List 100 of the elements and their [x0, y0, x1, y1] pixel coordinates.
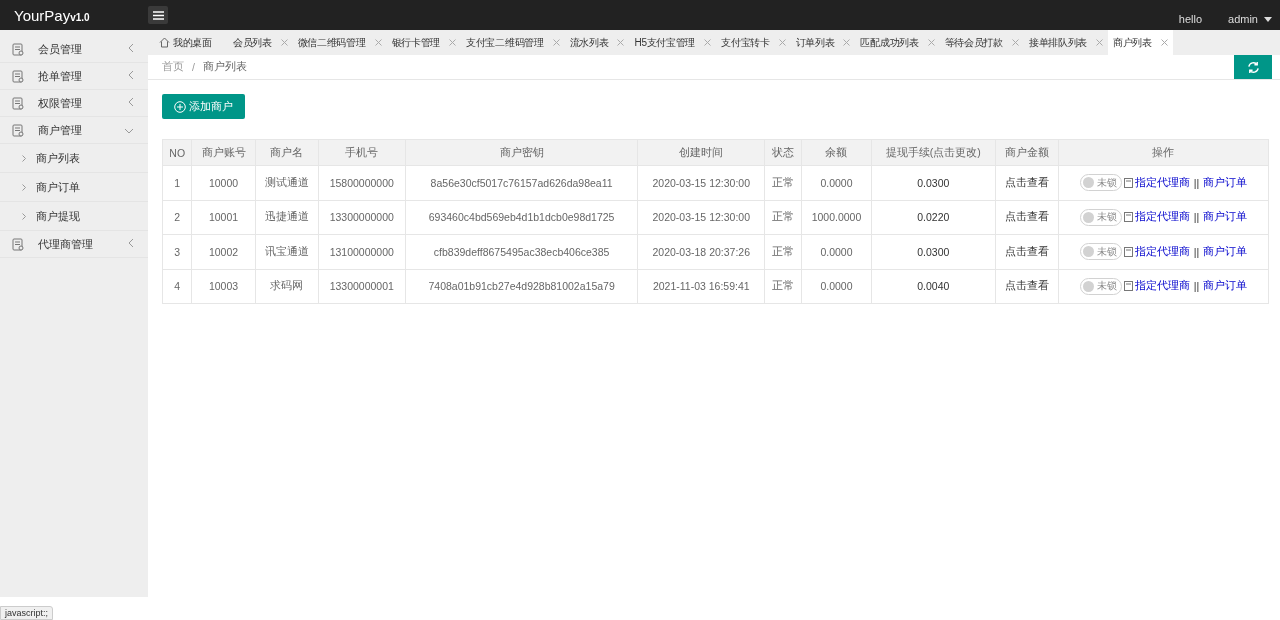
table-cell: 10003 — [191, 269, 256, 304]
table-cell: 0.0220 — [871, 200, 996, 235]
table-cell: 0.0000 — [801, 269, 872, 304]
menu-icon — [152, 10, 164, 20]
lock-switch[interactable]: 未锁 — [1079, 208, 1122, 226]
chevron-left-icon — [128, 97, 134, 107]
lock-switch[interactable]: 未锁 — [1079, 243, 1122, 261]
tab[interactable]: 商户列表 — [1108, 30, 1173, 55]
close-icon[interactable] — [1160, 39, 1168, 46]
app-logo: YourPayv1.0 — [14, 6, 91, 24]
table-cell: 10002 — [191, 234, 256, 269]
column-header: 商户金额 — [995, 139, 1059, 166]
column-header: 商户名 — [255, 139, 319, 166]
add-merchant-button[interactable]: 添加商户 — [162, 94, 245, 119]
close-icon[interactable] — [843, 39, 851, 46]
tab[interactable]: 匹配成功列表 — [855, 30, 940, 55]
table-cell: 正常 — [764, 165, 802, 200]
document-icon — [12, 69, 24, 83]
table-cell: cfb839deff8675495ac38ecb406ce385 — [405, 234, 638, 269]
column-header: 商户密钥 — [405, 139, 638, 166]
tab[interactable]: 微信二维码管理 — [292, 30, 387, 55]
document-icon — [12, 42, 24, 56]
assign-agent-link[interactable]: 指定代理商 — [1134, 244, 1190, 259]
close-icon[interactable] — [374, 39, 382, 46]
sidebar-item[interactable]: 商户管理 — [0, 117, 148, 144]
sidebar-subitem[interactable]: 商户订单 — [0, 173, 148, 202]
close-icon[interactable] — [704, 39, 712, 46]
close-icon[interactable] — [778, 39, 786, 46]
plus-circle-icon — [174, 100, 186, 113]
assign-agent-link[interactable]: 指定代理商 — [1134, 210, 1190, 225]
status-url: javascript:; — [0, 606, 53, 620]
refresh-button[interactable] — [1234, 55, 1272, 79]
document-icon — [1123, 212, 1133, 223]
table-cell: 求码网 — [255, 269, 319, 304]
table-cell: 4 — [162, 269, 192, 304]
table-cell: 7408a01b91cb27e4d928b81002a15a79 — [405, 269, 638, 304]
sidebar-subitem[interactable]: 商户列表 — [0, 144, 148, 173]
table-cell: 10000 — [191, 165, 256, 200]
merchant-orders-link[interactable]: 商户订单 — [1203, 210, 1248, 225]
tab[interactable]: 订单列表 — [790, 30, 856, 55]
separator-text: || — [1193, 280, 1200, 293]
table-cell: 8a56e30cf5017c76157ad626da98ea11 — [405, 165, 638, 200]
chevron-right-icon — [22, 212, 26, 220]
tab[interactable]: 接单排队列表 — [1023, 30, 1109, 55]
table-cell: 0.0000 — [801, 165, 872, 200]
tab[interactable]: H5支付宝管理 — [629, 30, 717, 55]
sidebar-subitem[interactable]: 商户提现 — [0, 202, 148, 231]
chevron-left-icon — [128, 43, 134, 53]
document-icon — [1123, 177, 1133, 188]
table-cell: 3 — [162, 234, 192, 269]
table-cell: 点击查看 — [995, 200, 1059, 235]
tab[interactable]: 等待会员打款 — [939, 30, 1024, 55]
assign-agent-link[interactable]: 指定代理商 — [1134, 175, 1190, 190]
sidebar-item[interactable]: 抢单管理 — [0, 63, 148, 90]
tab[interactable]: 会员列表 — [227, 30, 293, 55]
table-cell: 正常 — [764, 269, 802, 304]
column-header: 创建时间 — [637, 139, 765, 166]
table-cell: 13100000000 — [318, 234, 406, 269]
close-icon[interactable] — [552, 39, 560, 46]
chevron-left-icon — [128, 238, 134, 248]
document-icon — [1123, 281, 1133, 292]
menu-button[interactable] — [148, 6, 168, 24]
table-cell: 693460c4bd569eb4d1b1dcb0e98d1725 — [405, 200, 638, 235]
merchant-orders-link[interactable]: 商户订单 — [1203, 279, 1248, 294]
close-icon[interactable] — [1011, 39, 1019, 46]
tab[interactable]: 银行卡管理 — [386, 30, 462, 55]
table-cell: 0.0040 — [871, 269, 996, 304]
sidebar-item[interactable]: 会员管理 — [0, 36, 148, 63]
document-icon — [12, 96, 24, 110]
tab[interactable]: 支付宝二维码管理 — [461, 30, 565, 55]
table-cell: 1000.0000 — [801, 200, 872, 235]
lock-switch[interactable]: 未锁 — [1079, 277, 1122, 295]
close-icon[interactable] — [927, 39, 935, 46]
separator-text: || — [1193, 211, 1200, 224]
sidebar-item[interactable]: 代理商管理 — [0, 231, 148, 258]
merchant-orders-link[interactable]: 商户订单 — [1203, 175, 1248, 190]
tab[interactable]: 流水列表 — [564, 30, 630, 55]
document-icon — [1123, 246, 1133, 257]
table-cell: 点击查看 — [995, 234, 1059, 269]
merchant-orders-link[interactable]: 商户订单 — [1203, 244, 1248, 259]
document-icon — [12, 123, 24, 137]
column-header: 余额 — [801, 139, 872, 166]
tab[interactable]: 支付宝转卡 — [716, 30, 791, 55]
lock-switch[interactable]: 未锁 — [1079, 174, 1122, 192]
column-header: NO — [162, 139, 192, 166]
table-cell: 点击查看 — [995, 269, 1059, 304]
close-icon[interactable] — [617, 39, 625, 46]
chevron-right-icon — [22, 183, 26, 191]
tab[interactable]: 我的桌面 — [154, 30, 228, 55]
close-icon[interactable] — [449, 39, 457, 46]
sidebar-item[interactable]: 权限管理 — [0, 90, 148, 117]
column-header: 提现手续(点击更改) — [871, 139, 996, 166]
column-header: 状态 — [764, 139, 802, 166]
close-icon[interactable] — [1096, 39, 1104, 46]
breadcrumb-current: 商户列表 — [202, 60, 247, 74]
refresh-icon — [1246, 60, 1260, 74]
assign-agent-link[interactable]: 指定代理商 — [1134, 279, 1190, 294]
close-icon[interactable] — [280, 39, 288, 46]
user-menu[interactable]: admin — [1228, 13, 1272, 25]
caret-icon — [1264, 16, 1272, 22]
